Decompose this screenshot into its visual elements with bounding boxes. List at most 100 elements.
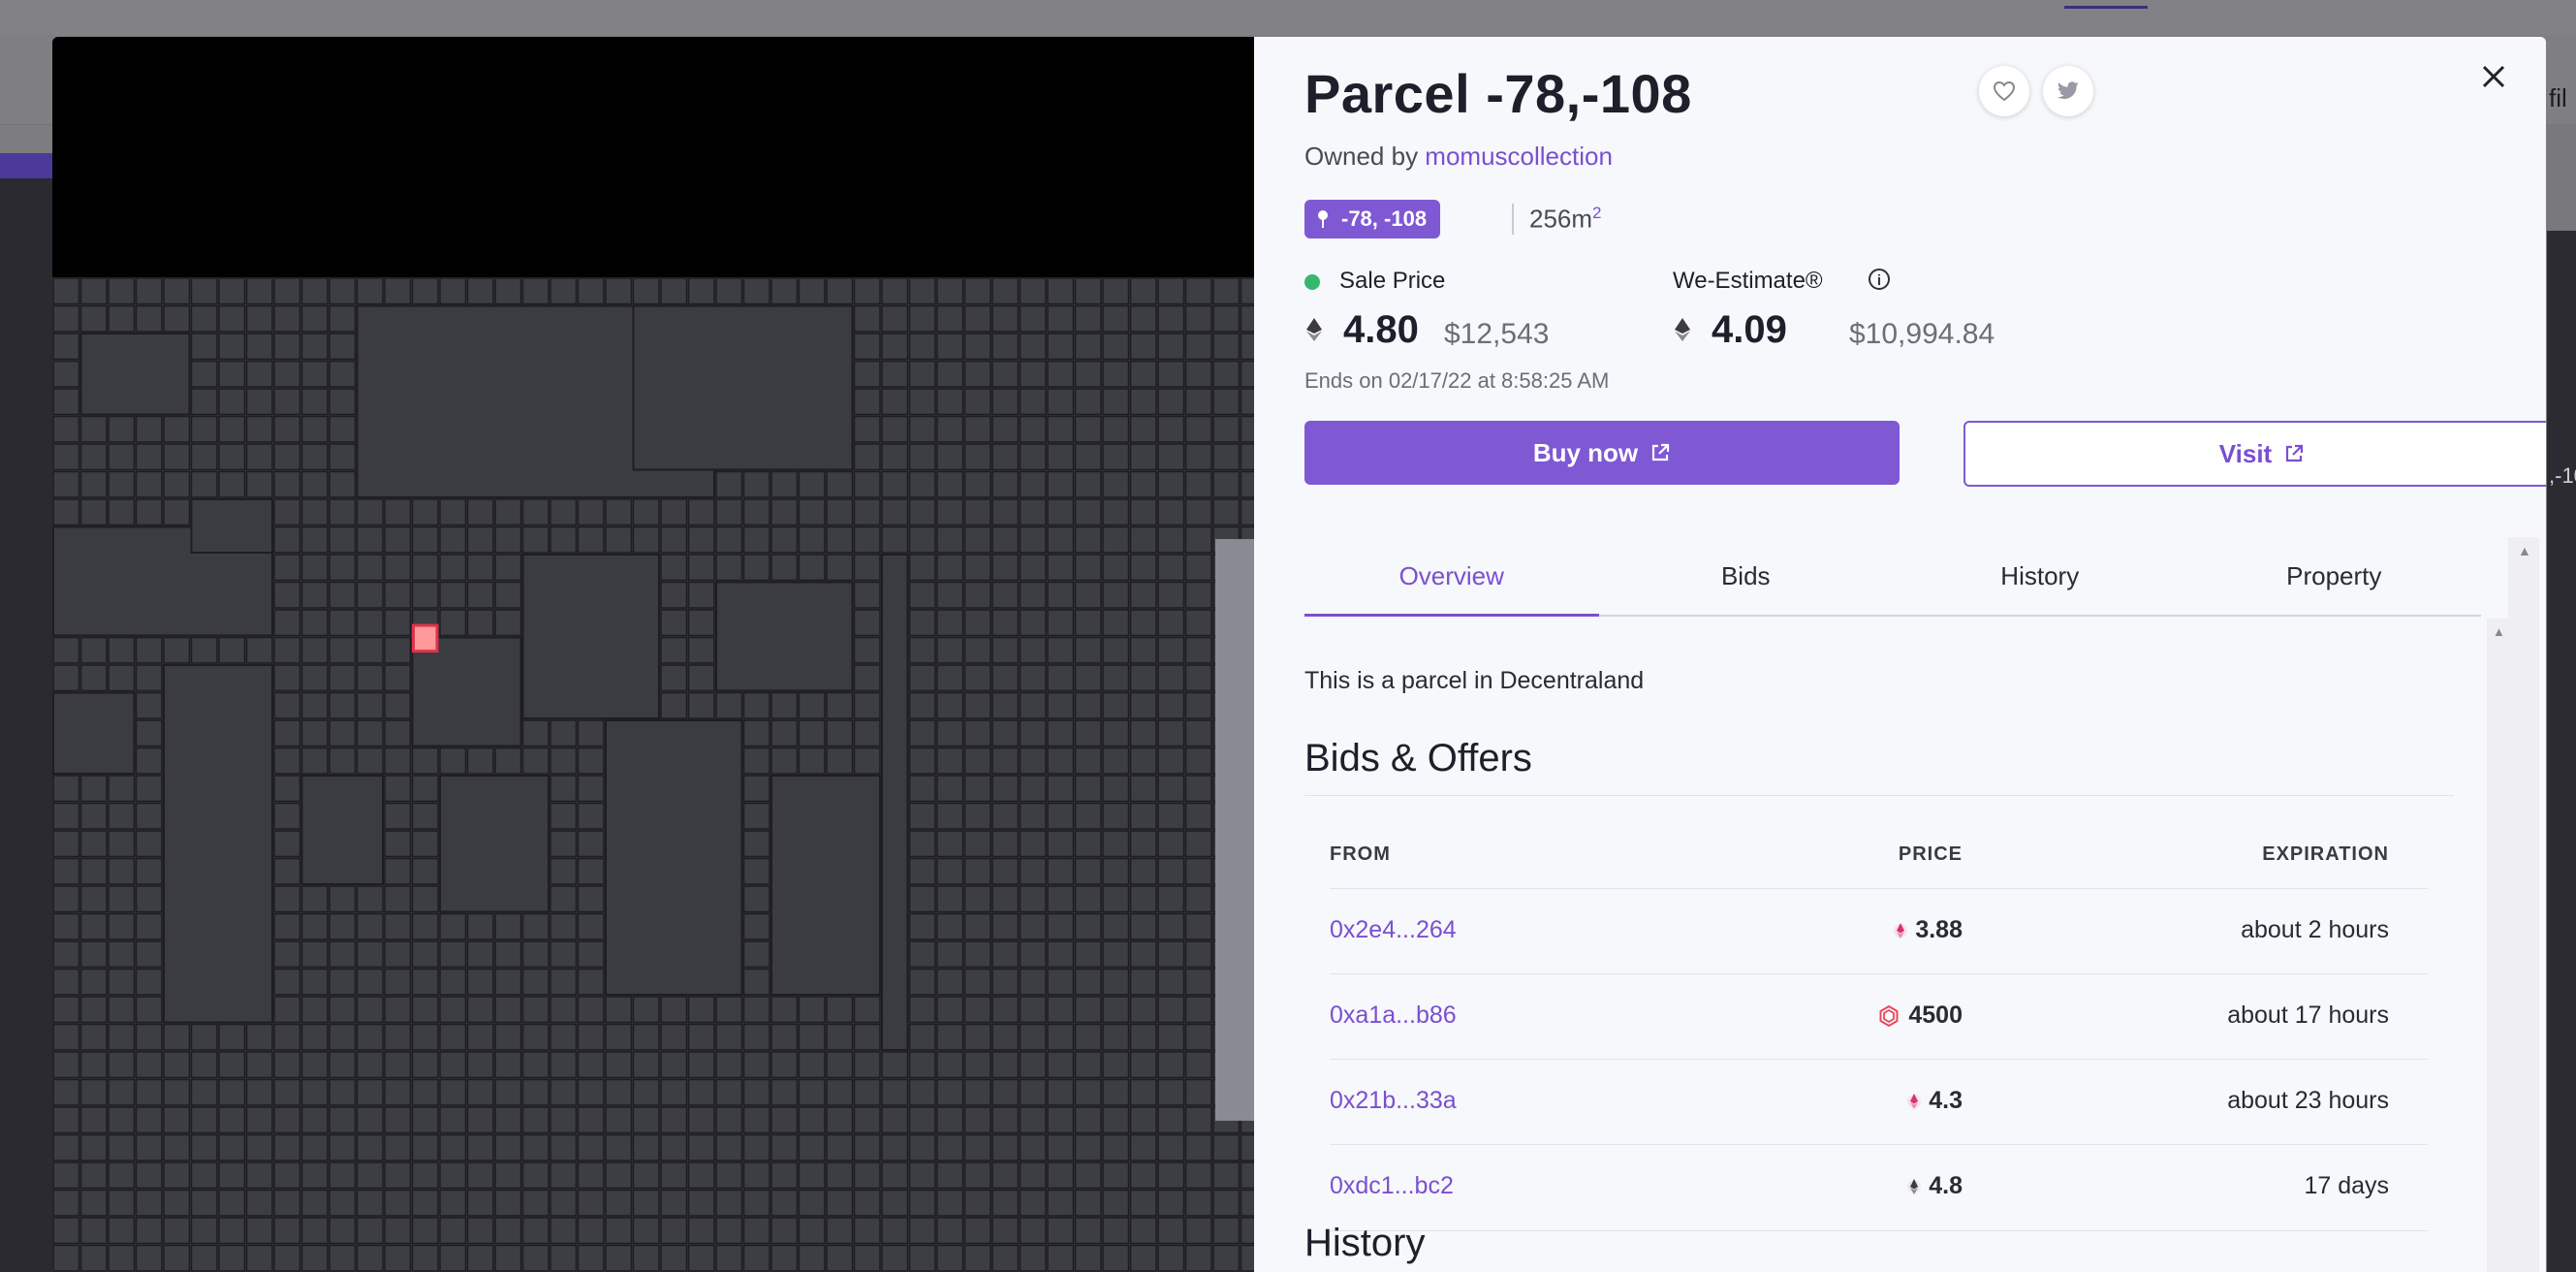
map-parcel[interactable]: [687, 1133, 715, 1161]
map-parcel[interactable]: [1184, 885, 1212, 913]
map-parcel[interactable]: [742, 996, 770, 1024]
map-parcel[interactable]: [991, 719, 1020, 747]
map-parcel[interactable]: [521, 525, 550, 554]
map-parcel[interactable]: [245, 1133, 273, 1161]
map-parcel[interactable]: [1184, 1106, 1212, 1134]
map-parcel[interactable]: [1019, 498, 1047, 526]
map-parcel[interactable]: [632, 498, 660, 526]
map-parcel[interactable]: [300, 1023, 329, 1051]
map-parcel[interactable]: [108, 1078, 136, 1106]
map-parcel[interactable]: [411, 1189, 439, 1217]
map-parcel[interactable]: [715, 277, 743, 305]
map-parcel[interactable]: [245, 470, 273, 498]
map-parcel[interactable]: [273, 388, 301, 416]
map-parcel[interactable]: [218, 1244, 246, 1272]
map-parcel[interactable]: [1102, 360, 1130, 388]
map-parcel[interactable]: [494, 1023, 522, 1051]
map-parcel[interactable]: [881, 1189, 909, 1217]
map-parcel[interactable]: [798, 525, 826, 554]
map-parcel[interactable]: [1184, 277, 1212, 305]
map-parcel[interactable]: [1019, 996, 1047, 1024]
map-parcel[interactable]: [135, 1133, 163, 1161]
map-parcel[interactable]: [881, 277, 909, 305]
map-parcel[interactable]: [466, 554, 494, 582]
map-parcel[interactable]: [1047, 802, 1075, 830]
map-parcel[interactable]: [384, 277, 412, 305]
map-parcel[interactable]: [853, 691, 881, 719]
map-parcel[interactable]: [1240, 498, 1255, 526]
map-parcel[interactable]: [494, 581, 522, 609]
map-parcel[interactable]: [411, 912, 439, 940]
map-parcel[interactable]: [245, 443, 273, 471]
map-parcel[interactable]: [108, 664, 136, 692]
map-parcel[interactable]: [1047, 1244, 1075, 1272]
map-parcel[interactable]: [963, 277, 991, 305]
map-parcel[interactable]: [329, 636, 357, 664]
map-parcel[interactable]: [1129, 581, 1157, 609]
map-parcel[interactable]: [1129, 996, 1157, 1024]
map-parcel[interactable]: [577, 277, 605, 305]
map-parcel[interactable]: [770, 1106, 799, 1134]
map-parcel[interactable]: [1157, 1023, 1185, 1051]
map-parcel[interactable]: [632, 1078, 660, 1106]
map-parcel[interactable]: [853, 1244, 881, 1272]
map-parcel[interactable]: [1184, 719, 1212, 747]
map-parcel[interactable]: [660, 1217, 688, 1245]
map-parcel[interactable]: [245, 360, 273, 388]
map-parcel[interactable]: [1074, 1189, 1102, 1217]
map-parcel[interactable]: [135, 664, 163, 692]
map-parcel[interactable]: [135, 857, 163, 885]
map-parcel[interactable]: [1102, 885, 1130, 913]
map-parcel[interactable]: [521, 498, 550, 526]
map-parcel[interactable]: [1102, 830, 1130, 858]
map-parcel[interactable]: [1212, 1244, 1241, 1272]
map-parcel[interactable]: [687, 554, 715, 582]
map-parcel[interactable]: [79, 940, 108, 969]
map-parcel[interactable]: [936, 525, 964, 554]
map-parcel[interactable]: [1129, 415, 1157, 443]
map-parcel[interactable]: [384, 498, 412, 526]
map-parcel[interactable]: [1019, 830, 1047, 858]
map-parcel[interactable]: [52, 1106, 80, 1134]
map-parcel[interactable]: [550, 1078, 578, 1106]
map-parcel[interactable]: [550, 498, 578, 526]
map-parcel[interactable]: [521, 968, 550, 996]
map-parcel[interactable]: [826, 1051, 854, 1079]
map-parcel[interactable]: [79, 1189, 108, 1217]
map-parcel[interactable]: [742, 470, 770, 498]
map-parcel[interactable]: [742, 1106, 770, 1134]
map-parcel[interactable]: [135, 498, 163, 526]
map-parcel[interactable]: [411, 940, 439, 969]
estate-block[interactable]: [439, 775, 550, 913]
tab-bids[interactable]: Bids: [1599, 537, 1894, 615]
map-parcel[interactable]: [300, 996, 329, 1024]
map-parcel[interactable]: [135, 1078, 163, 1106]
map-parcel[interactable]: [384, 525, 412, 554]
map-parcel[interactable]: [1184, 940, 1212, 969]
map-parcel[interactable]: [798, 1244, 826, 1272]
map-parcel[interactable]: [1157, 1217, 1185, 1245]
map-parcel[interactable]: [715, 1217, 743, 1245]
map-parcel[interactable]: [384, 1051, 412, 1079]
map-parcel[interactable]: [1102, 691, 1130, 719]
map-parcel[interactable]: [1157, 636, 1185, 664]
map-parcel[interactable]: [1129, 498, 1157, 526]
map-parcel[interactable]: [605, 1189, 633, 1217]
map-parcel[interactable]: [466, 1078, 494, 1106]
map-parcel[interactable]: [521, 1023, 550, 1051]
map-parcel[interactable]: [52, 498, 80, 526]
map-parcel[interactable]: [936, 691, 964, 719]
map-parcel[interactable]: [908, 1161, 936, 1190]
map-parcel[interactable]: [1047, 443, 1075, 471]
map-parcel[interactable]: [1184, 1244, 1212, 1272]
map-parcel[interactable]: [577, 498, 605, 526]
map-parcel[interactable]: [550, 1106, 578, 1134]
map-parcel[interactable]: [439, 1161, 467, 1190]
map-parcel[interactable]: [384, 912, 412, 940]
map-parcel[interactable]: [135, 1051, 163, 1079]
map-parcel[interactable]: [742, 277, 770, 305]
map-parcel[interactable]: [494, 940, 522, 969]
map-parcel[interactable]: [108, 857, 136, 885]
map-parcel[interactable]: [1047, 609, 1075, 637]
map-parcel[interactable]: [1047, 830, 1075, 858]
